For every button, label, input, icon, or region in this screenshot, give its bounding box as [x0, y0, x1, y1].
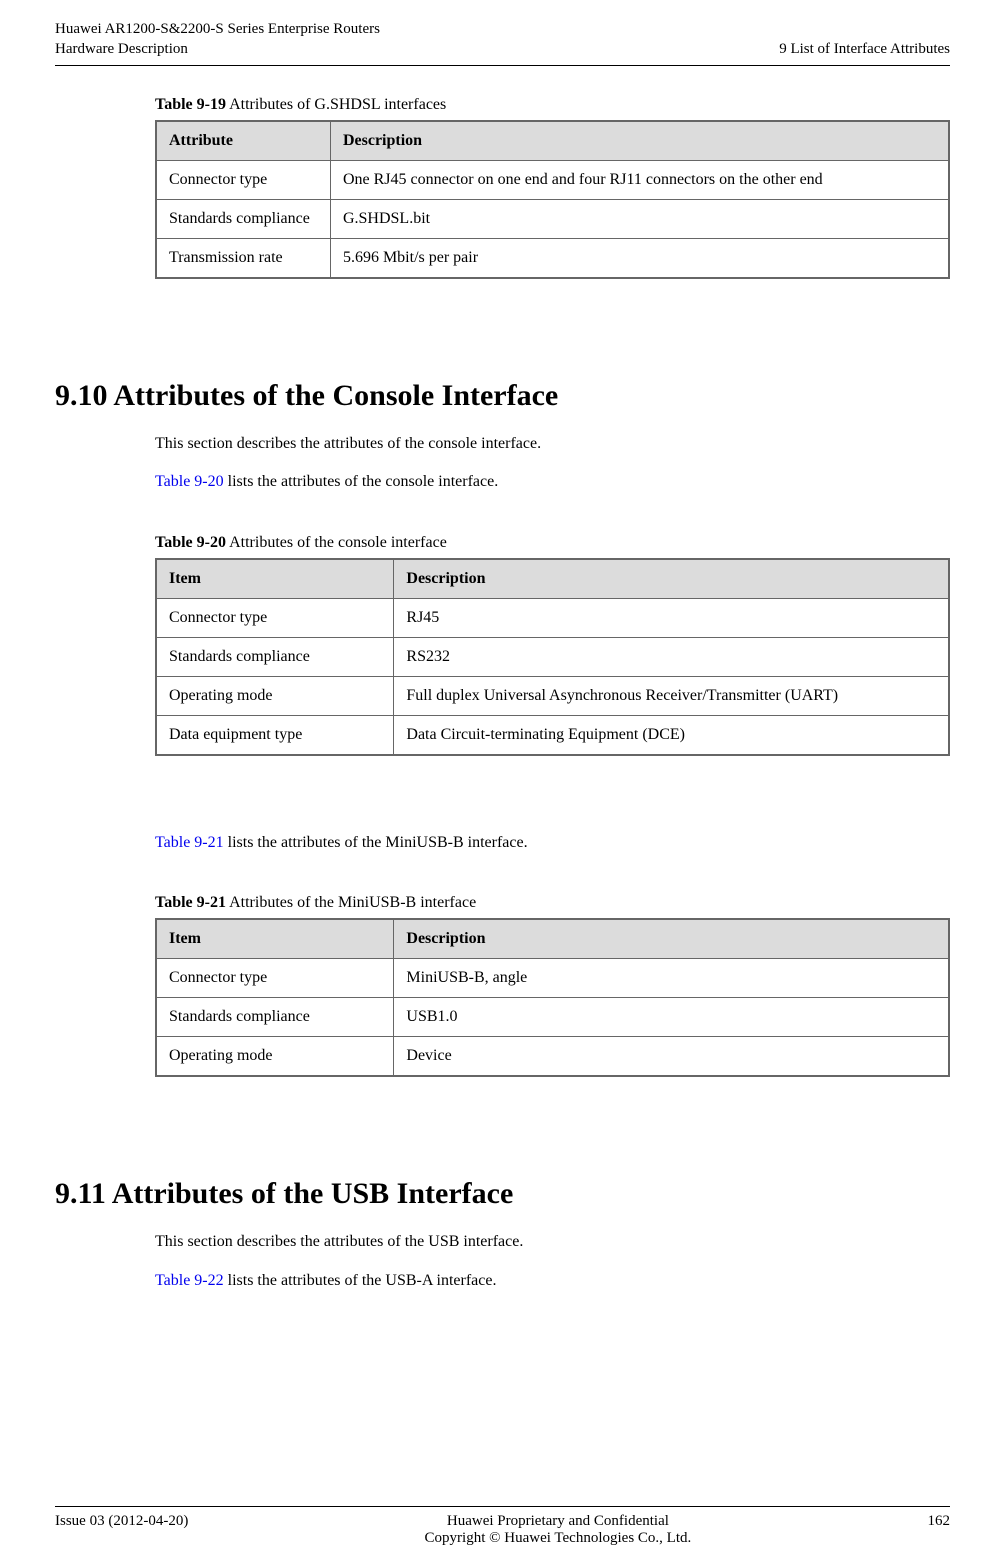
- doc-title-line1: Huawei AR1200-S&2200-S Series Enterprise…: [55, 20, 380, 40]
- table-row: Operating mode Device: [156, 1037, 949, 1077]
- cell-desc: 5.696 Mbit/s per pair: [330, 239, 949, 279]
- table-row: Data equipment type Data Circuit-termina…: [156, 715, 949, 755]
- table-header-item: Item: [156, 919, 394, 959]
- cell-item: Operating mode: [156, 1037, 394, 1077]
- table-row: Transmission rate 5.696 Mbit/s per pair: [156, 239, 949, 279]
- table-row: Standards compliance RS232: [156, 637, 949, 676]
- cell-desc: Device: [394, 1037, 949, 1077]
- table-920: Item Description Connector type RJ45 Sta…: [155, 558, 950, 756]
- table-header-description: Description: [330, 121, 949, 161]
- cell-desc: Full duplex Universal Asynchronous Recei…: [394, 676, 949, 715]
- cell-item: Connector type: [156, 959, 394, 998]
- link-table-921[interactable]: Table 9-21: [155, 834, 224, 851]
- content: Table 9-19 Attributes of G.SHDSL interfa…: [55, 96, 950, 1292]
- footer-center: Huawei Proprietary and Confidential Copy…: [188, 1513, 927, 1547]
- table-header-description: Description: [394, 559, 949, 599]
- section-910-ref-rest: lists the attributes of the console inte…: [224, 473, 499, 490]
- section-911-ref: Table 9-22 lists the attributes of the U…: [155, 1270, 950, 1292]
- section-911-intro: This section describes the attributes of…: [155, 1231, 950, 1253]
- section-910-intro: This section describes the attributes of…: [155, 433, 950, 455]
- table-921-caption: Table 9-21 Attributes of the MiniUSB-B i…: [155, 894, 950, 912]
- footer-proprietary: Huawei Proprietary and Confidential: [188, 1513, 927, 1530]
- table-919-caption-rest: Attributes of G.SHDSL interfaces: [226, 96, 446, 113]
- cell-attr: Standards compliance: [156, 200, 330, 239]
- footer-copyright: Copyright © Huawei Technologies Co., Ltd…: [188, 1530, 927, 1547]
- cell-item: Connector type: [156, 598, 394, 637]
- footer-issue: Issue 03 (2012-04-20): [55, 1513, 188, 1547]
- para-921-ref: Table 9-21 lists the attributes of the M…: [155, 832, 950, 854]
- table-row: Standards compliance USB1.0: [156, 998, 949, 1037]
- table-921-caption-rest: Attributes of the MiniUSB-B interface: [226, 894, 476, 911]
- table-920-caption: Table 9-20 Attributes of the console int…: [155, 534, 950, 552]
- page-footer: Issue 03 (2012-04-20) Huawei Proprietary…: [55, 1506, 950, 1547]
- table-919: Attribute Description Connector type One…: [155, 120, 950, 279]
- table-header-attribute: Attribute: [156, 121, 330, 161]
- table-header-description: Description: [394, 919, 949, 959]
- cell-desc: RJ45: [394, 598, 949, 637]
- table-row: Standards compliance G.SHDSL.bit: [156, 200, 949, 239]
- table-919-caption: Table 9-19 Attributes of G.SHDSL interfa…: [155, 96, 950, 114]
- cell-desc: G.SHDSL.bit: [330, 200, 949, 239]
- cell-item: Data equipment type: [156, 715, 394, 755]
- footer-page-number: 162: [928, 1513, 951, 1547]
- section-911-heading: 9.11 Attributes of the USB Interface: [55, 1177, 950, 1211]
- table-920-caption-rest: Attributes of the console interface: [226, 534, 447, 551]
- table-921-caption-bold: Table 9-21: [155, 894, 226, 911]
- cell-desc: MiniUSB-B, angle: [394, 959, 949, 998]
- cell-item: Standards compliance: [156, 637, 394, 676]
- table-row: Attribute Description: [156, 121, 949, 161]
- link-table-920[interactable]: Table 9-20: [155, 473, 224, 490]
- table-row: Connector type MiniUSB-B, angle: [156, 959, 949, 998]
- doc-title-line2: Hardware Description: [55, 40, 380, 60]
- section-910-heading: 9.10 Attributes of the Console Interface: [55, 379, 950, 413]
- table-header-item: Item: [156, 559, 394, 599]
- table-920-caption-bold: Table 9-20: [155, 534, 226, 551]
- cell-desc: RS232: [394, 637, 949, 676]
- section-910-ref: Table 9-20 lists the attributes of the c…: [155, 471, 950, 493]
- cell-item: Standards compliance: [156, 998, 394, 1037]
- table-row: Connector type RJ45: [156, 598, 949, 637]
- cell-desc: One RJ45 connector on one end and four R…: [330, 161, 949, 200]
- table-row: Operating mode Full duplex Universal Asy…: [156, 676, 949, 715]
- table-919-caption-bold: Table 9-19: [155, 96, 226, 113]
- cell-desc: USB1.0: [394, 998, 949, 1037]
- cell-attr: Transmission rate: [156, 239, 330, 279]
- link-table-922[interactable]: Table 9-22: [155, 1272, 224, 1289]
- cell-item: Operating mode: [156, 676, 394, 715]
- table-row: Item Description: [156, 559, 949, 599]
- table-row: Connector type One RJ45 connector on one…: [156, 161, 949, 200]
- header-right: 9 List of Interface Attributes: [779, 40, 950, 60]
- cell-attr: Connector type: [156, 161, 330, 200]
- header-left: Huawei AR1200-S&2200-S Series Enterprise…: [55, 20, 380, 59]
- cell-desc: Data Circuit-terminating Equipment (DCE): [394, 715, 949, 755]
- para-921-ref-rest: lists the attributes of the MiniUSB-B in…: [224, 834, 528, 851]
- table-row: Item Description: [156, 919, 949, 959]
- table-921: Item Description Connector type MiniUSB-…: [155, 918, 950, 1077]
- page-header: Huawei AR1200-S&2200-S Series Enterprise…: [55, 20, 950, 66]
- section-911-ref-rest: lists the attributes of the USB-A interf…: [224, 1272, 497, 1289]
